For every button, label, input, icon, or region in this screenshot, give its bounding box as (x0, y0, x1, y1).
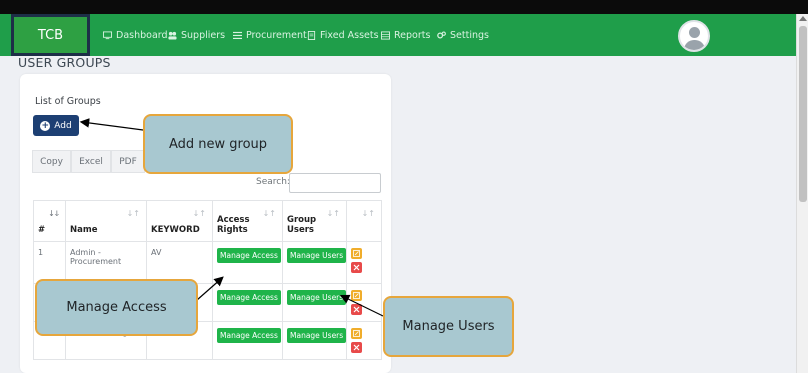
column-header-keyword[interactable]: KEYWORD ↓↑ (146, 200, 213, 242)
edit-button[interactable] (351, 328, 362, 339)
column-header-label: KEYWORD (151, 225, 200, 235)
nav-settings[interactable]: Settings (437, 14, 489, 56)
sort-asc-icon: ↓ↆ (48, 209, 59, 218)
table-row: 1 Admin -Procurement AV Manage Access Ma… (33, 241, 382, 284)
callout-add-group: Add new group (143, 114, 293, 174)
column-header-label: Name (70, 225, 98, 235)
column-header-name[interactable]: Name ↓↑ (65, 200, 147, 242)
cell-access: Manage Access (212, 321, 283, 360)
nav-label-dashboard: Dashboard (116, 29, 168, 41)
column-header-label: Access Rights (217, 215, 250, 235)
nav-fixed-assets[interactable]: Fixed Assets (307, 14, 379, 56)
cell-actions (346, 241, 382, 284)
nav-label-settings: Settings (450, 29, 489, 41)
column-header-label: Group Users (287, 215, 317, 235)
search-label: Search: (256, 177, 290, 187)
brand-logo[interactable]: TCB (11, 14, 90, 56)
avatar-head (689, 27, 700, 38)
close-icon (353, 344, 360, 351)
nav-dashboard[interactable]: Dashboard (103, 14, 168, 56)
document-icon (307, 30, 316, 40)
sort-icon: ↓↑ (262, 209, 276, 218)
cell-number: 1 (33, 241, 66, 284)
export-button-group: Copy Excel PDF (32, 150, 145, 173)
manage-users-button[interactable]: Manage Users (287, 248, 347, 263)
top-strip (0, 0, 808, 14)
sort-icon: ↓↑ (126, 209, 140, 218)
edit-icon (353, 292, 360, 299)
edit-button[interactable] (351, 290, 362, 301)
scroll-up-arrow-icon[interactable] (799, 16, 807, 21)
panel-title: List of Groups (35, 96, 101, 107)
nav-suppliers[interactable]: Suppliers (168, 14, 225, 56)
scroll-thumb[interactable] (799, 26, 807, 202)
nav-label-reports: Reports (394, 29, 431, 41)
users-icon (168, 31, 177, 40)
cell-users: Manage Users (282, 321, 347, 360)
delete-button[interactable] (351, 304, 362, 315)
monitor-icon (103, 30, 112, 39)
delete-button[interactable] (351, 262, 362, 273)
cell-access: Manage Access (212, 241, 283, 284)
cell-name: Admin -Procurement (65, 241, 147, 284)
add-group-button[interactable]: + Add (33, 115, 79, 136)
pdf-button[interactable]: PDF (111, 150, 145, 173)
column-header-actions[interactable]: ↓↑ (346, 200, 382, 242)
manage-access-button[interactable]: Manage Access (217, 328, 281, 343)
page-title: USER GROUPS (18, 55, 111, 70)
sort-icon: ↓↑ (326, 209, 340, 218)
cell-access: Manage Access (212, 283, 283, 322)
gears-icon (437, 31, 446, 38)
vertical-scrollbar[interactable] (796, 14, 808, 373)
excel-button[interactable]: Excel (71, 150, 111, 173)
nav-label-suppliers: Suppliers (181, 29, 226, 41)
close-icon (353, 264, 360, 271)
nav-label-procurement: Procurement (246, 29, 307, 41)
column-header-number[interactable]: # ↓ↆ (33, 200, 66, 242)
cell-users: Manage Users (282, 283, 347, 322)
close-icon (353, 306, 360, 313)
edit-button[interactable] (351, 248, 362, 259)
manage-users-button[interactable]: Manage Users (287, 290, 347, 305)
sort-icon: ↓↑ (192, 209, 206, 218)
cell-users: Manage Users (282, 241, 347, 284)
manage-access-button[interactable]: Manage Access (217, 290, 281, 305)
edit-icon (353, 330, 360, 337)
delete-button[interactable] (351, 342, 362, 353)
list-icon (233, 31, 242, 39)
sort-icon: ↓↑ (361, 209, 375, 218)
cell-keyword: AV (146, 241, 213, 284)
nav-procurement[interactable]: Procurement (233, 14, 307, 56)
column-header-group-users[interactable]: Group Users ↓↑ (282, 200, 347, 242)
user-avatar[interactable] (678, 20, 710, 52)
manage-access-button[interactable]: Manage Access (217, 248, 281, 263)
manage-users-button[interactable]: Manage Users (287, 328, 347, 343)
column-header-access-rights[interactable]: Access Rights ↓↑ (212, 200, 283, 242)
edit-icon (353, 250, 360, 257)
nav-label-fixed-assets: Fixed Assets (320, 29, 379, 41)
callout-manage-access: Manage Access (35, 279, 198, 336)
search-input[interactable] (289, 173, 381, 193)
cell-actions (346, 321, 382, 360)
add-button-label: Add (54, 120, 72, 131)
table-header-row: # ↓ↆ Name ↓↑ KEYWORD ↓↑ Access Rights ↓↑ Gro… (33, 200, 382, 242)
nav-reports[interactable]: Reports (381, 14, 430, 56)
copy-button[interactable]: Copy (32, 150, 71, 173)
column-header-label: # (38, 225, 46, 235)
callout-manage-users: Manage Users (383, 296, 514, 357)
table-icon (381, 30, 390, 40)
cell-actions (346, 283, 382, 322)
plus-circle-icon: + (40, 120, 51, 131)
